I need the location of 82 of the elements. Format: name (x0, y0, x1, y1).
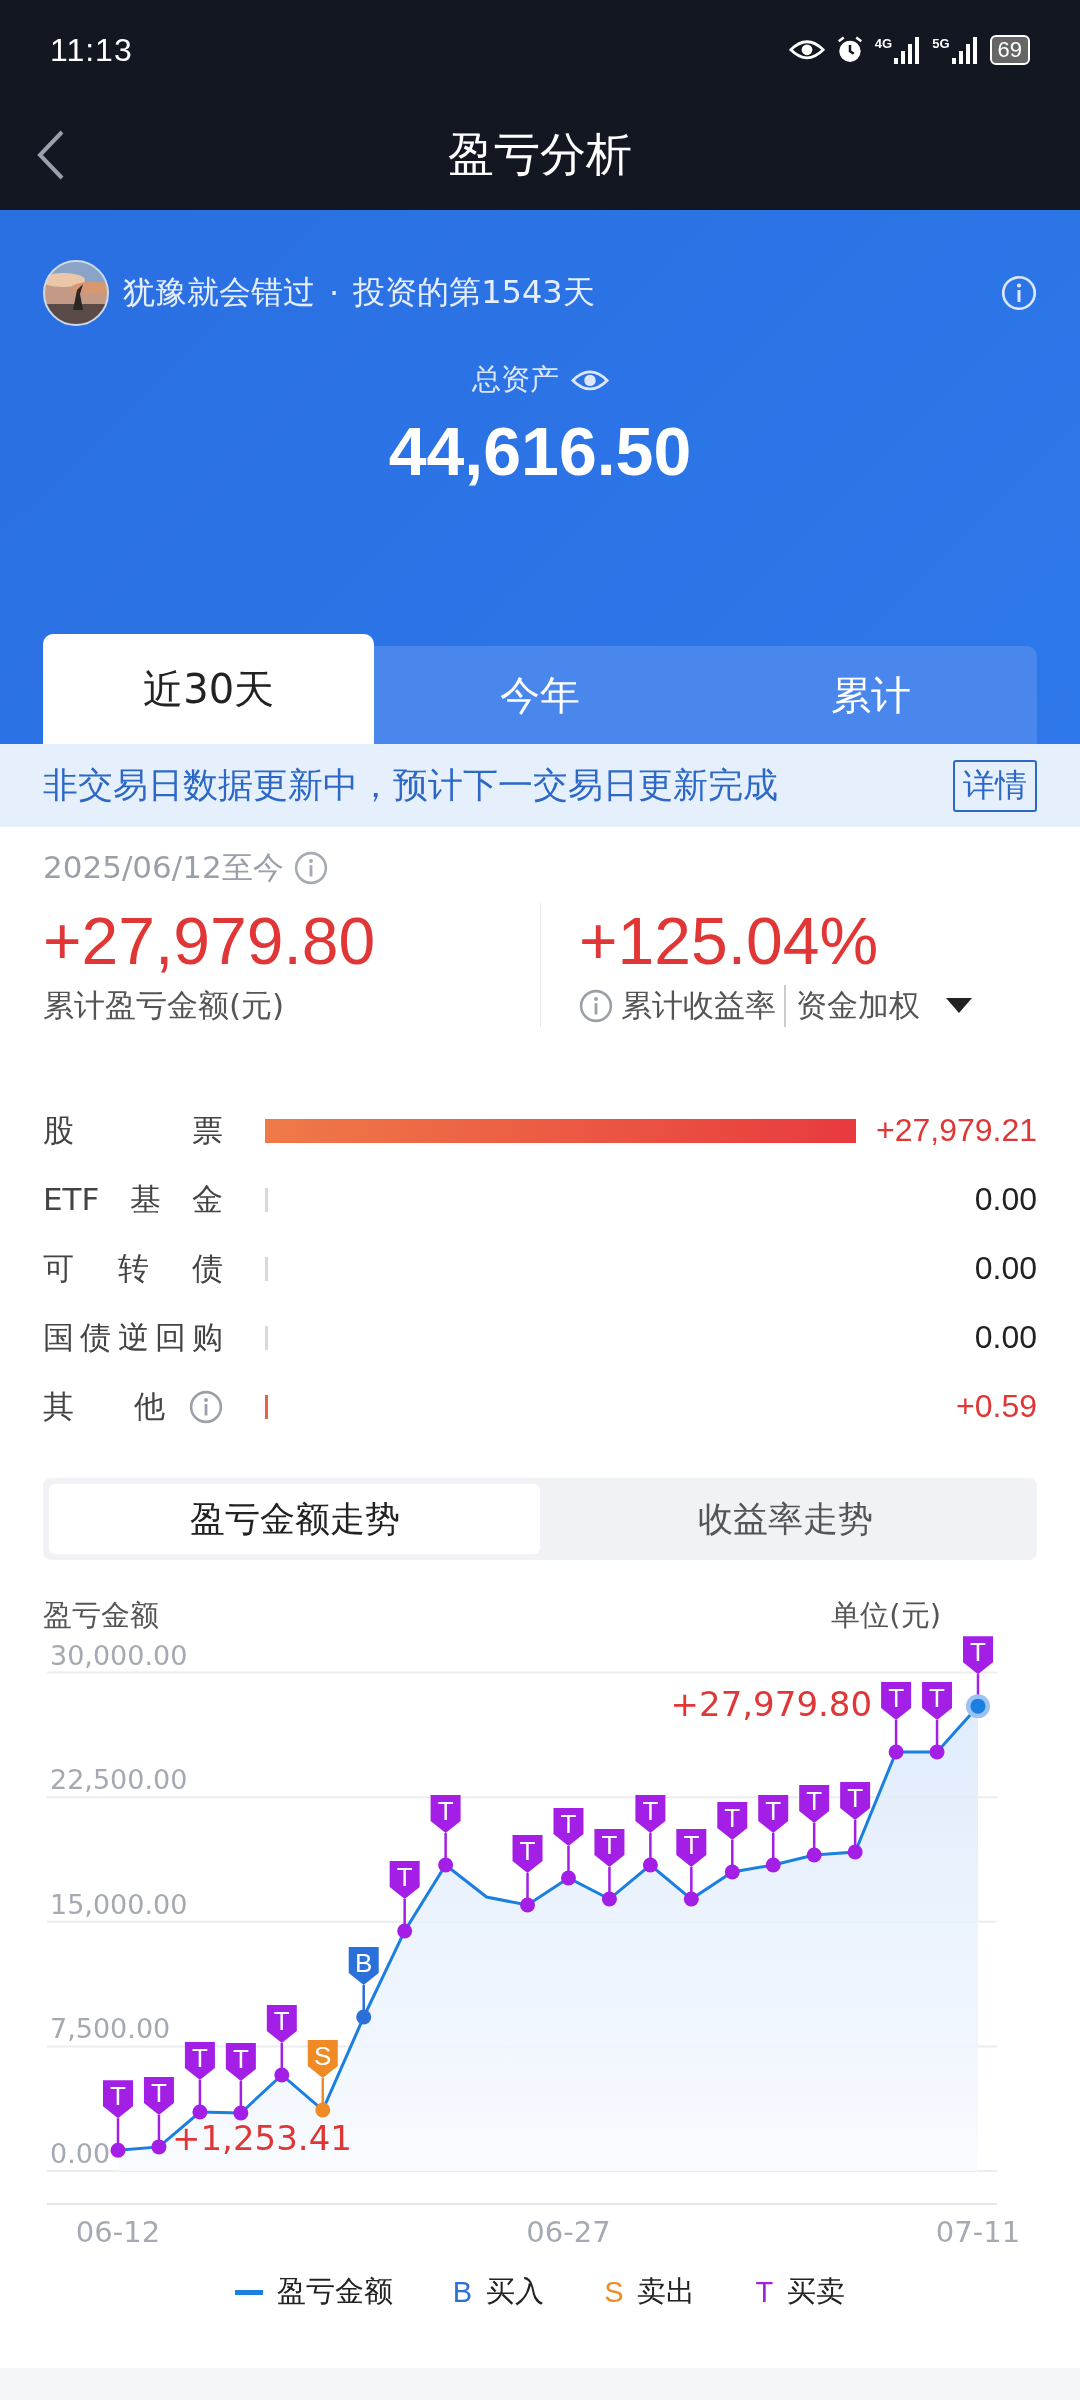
data-point (888, 1744, 904, 1760)
profit-bar (265, 1256, 268, 1281)
separator-dot: · (329, 274, 340, 312)
profit-bar (265, 1325, 268, 1350)
investment-days: 投资的第1543天 (353, 271, 595, 315)
info-icon[interactable] (189, 1389, 223, 1424)
signal-icon (951, 36, 980, 64)
data-point (724, 1864, 740, 1880)
asset-class-value: 0.00 (974, 1319, 1037, 1356)
total-assets-value: 44,616.50 (388, 412, 692, 490)
data-point (683, 1891, 699, 1907)
x-tick-label: 07-11 (935, 2215, 1021, 2249)
asset-class-label: 可转债 (43, 1248, 223, 1288)
data-point (233, 2105, 249, 2121)
info-icon[interactable] (293, 851, 328, 885)
return-rate: +125.04% (579, 903, 880, 979)
data-point (315, 2102, 331, 2118)
data-point (601, 1891, 617, 1907)
data-point (274, 2067, 290, 2083)
legend-label: 买卖 (787, 2273, 846, 2310)
profit-bar (265, 1187, 268, 1212)
x-tick-label: 06-27 (526, 2215, 611, 2249)
data-point (806, 1847, 822, 1863)
legend-label: 卖出 (637, 2273, 696, 2310)
user-name: 犹豫就会错过 (123, 272, 315, 313)
value-annotation: +1,253.41 (172, 2118, 352, 2159)
y-tick-label: 15,000.00 (50, 1888, 188, 1920)
asset-class-value: 0.00 (974, 1250, 1037, 1287)
period-tab[interactable]: 今年 (374, 646, 706, 744)
legend-symbol: T (755, 2275, 774, 2309)
asset-class-label: 国债逆回购 (43, 1317, 223, 1357)
y-tick-label: 22,500.00 (50, 1764, 188, 1796)
current-point (966, 1694, 990, 1719)
total-profit: +27,979.80 (43, 903, 377, 979)
data-point (847, 1844, 863, 1860)
legend-label: 买入 (486, 2273, 545, 2310)
data-point (397, 1923, 413, 1939)
legend-label: 盈亏金额 (276, 2273, 393, 2310)
value-annotation: +27,979.80 (670, 1684, 873, 1725)
period-tab[interactable]: 累计 (705, 646, 1037, 744)
total-assets-label: 总资产 (471, 361, 559, 398)
battery-level: 69 (989, 35, 1030, 65)
details-button[interactable]: 详情 (953, 759, 1037, 812)
y-axis-label: 盈亏金额 (43, 1597, 159, 1634)
network-label: 5G (932, 36, 950, 51)
asset-class-value: 0.00 (974, 1181, 1037, 1218)
return-rate-label: 累计收益率 (621, 986, 776, 1025)
data-point (192, 2104, 208, 2120)
profit-bar (265, 1394, 268, 1419)
data-point (520, 1897, 535, 1913)
notice-text: 非交易日数据更新中，预计下一交易日更新完成 (43, 764, 778, 807)
asset-class-value: +27,979.21 (875, 1112, 1037, 1149)
data-point (438, 1857, 454, 1873)
caret-down-icon (946, 998, 972, 1014)
data-point (765, 1857, 781, 1873)
date-range: 2025/06/12至今 (43, 848, 284, 887)
total-profit-label: 累计盈亏金额(元) (43, 986, 286, 1025)
y-tick-label: 30,000.00 (50, 1639, 188, 1671)
status-time: 11:13 (50, 31, 133, 69)
data-point (642, 1857, 658, 1873)
chart-tab[interactable]: 收益率走势 (540, 1484, 1031, 1554)
asset-class-label: 其他 (43, 1386, 165, 1426)
data-point (561, 1870, 576, 1886)
data-point (356, 2009, 372, 2025)
legend-symbol: S (604, 2275, 624, 2309)
x-tick-label: 06-12 (75, 2215, 161, 2249)
data-point (110, 2142, 126, 2158)
eye-icon[interactable] (788, 39, 825, 61)
y-tick-label: 7,500.00 (50, 2013, 171, 2045)
asset-class-label: ETF基金 (43, 1179, 223, 1219)
weighting-dropdown[interactable]: 资金加权 (784, 985, 972, 1027)
page-title: 盈亏分析 (448, 126, 632, 183)
asset-class-label: 股票 (43, 1110, 223, 1150)
period-tab[interactable]: 近30天 (43, 634, 375, 744)
network-label: 4G (874, 36, 893, 51)
chart-tab[interactable]: 盈亏金额走势 (49, 1484, 540, 1554)
data-point (151, 2139, 167, 2155)
data-point (929, 1744, 945, 1760)
asset-class-value: +0.59 (956, 1388, 1037, 1425)
unit-label: 单位(元) (831, 1597, 941, 1634)
legend-symbol: B (452, 2275, 473, 2309)
info-icon[interactable] (579, 989, 613, 1023)
